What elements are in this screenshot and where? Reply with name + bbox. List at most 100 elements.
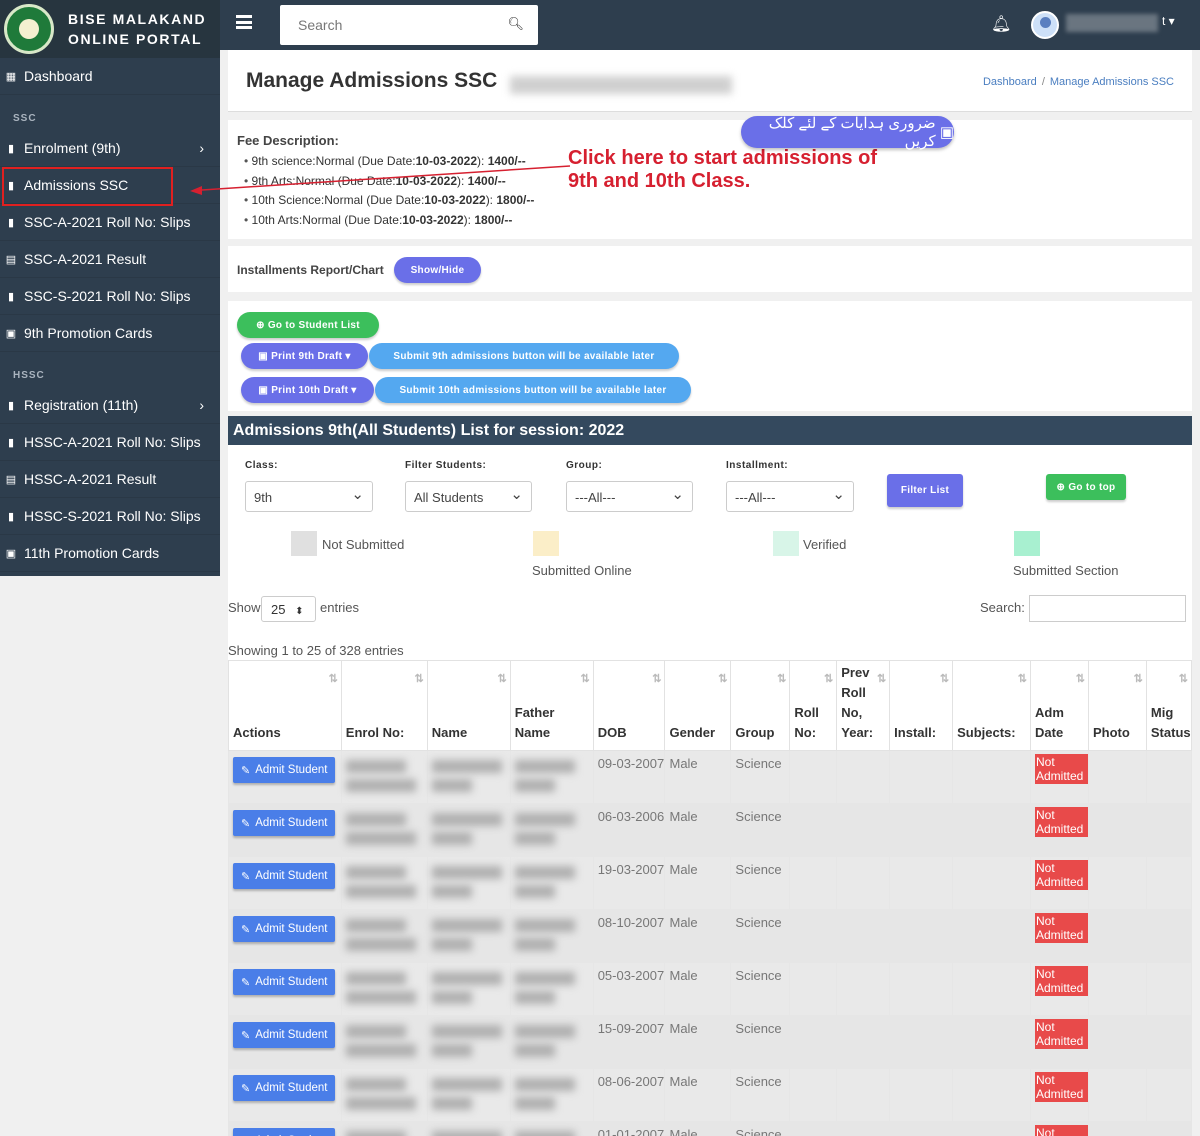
sidebar-item-9th-promotion[interactable]: ▣ 9th Promotion Cards [0,315,220,352]
sort-icon[interactable]: ⇅ [580,669,589,689]
submit-10th-button[interactable]: Submit 10th admissions button will be av… [375,377,691,403]
breadcrumb-dashboard[interactable]: Dashboard [983,76,1037,88]
redacted-father-name [514,1097,555,1110]
table-cell: Male [664,962,732,1016]
title-card: Manage Admissions SSC Dashboard / Manage A… [228,50,1192,112]
group: Science [735,1021,782,1036]
print-9th-draft-button[interactable]: ▣ Print 9th Draft ▾ [241,343,368,369]
id-card-icon: ▣ [5,327,17,340]
redacted-enrol [345,779,416,792]
sidebar-item-hssc-a-result[interactable]: ▤ HSSC-A-2021 Result [0,461,220,498]
redacted-father-name [514,1044,555,1057]
search-icon[interactable]: 🔍︎ [507,16,524,32]
sort-icon[interactable]: ⇅ [1076,669,1085,689]
column-header[interactable]: Adm Date ⇅ [1030,660,1089,751]
print-10th-draft-button[interactable]: ▣ Print 10th Draft ▾ [241,377,374,403]
search-input[interactable]: Search 🔍︎ [280,5,538,45]
column-header[interactable]: Group ⇅ [730,660,791,751]
column-header[interactable]: Enrol No: ⇅ [340,660,428,751]
sidebar-item-hssc-a-rollno[interactable]: ▮ HSSC-A-2021 Roll No: Slips [0,424,220,461]
sort-icon[interactable]: ⇅ [1179,669,1188,689]
menu-icon[interactable] [236,15,252,29]
sidebar-item-label: SSC-A-2021 Result [24,251,147,267]
go-to-top-button[interactable]: ⊕ Go to top [1046,474,1126,500]
admit-student-button[interactable]: ✎Admit Student [233,1128,336,1136]
table-cell: Not Admitted [1030,1121,1089,1136]
sort-icon[interactable]: ⇅ [718,669,727,689]
legend-swatch-verified [773,531,799,556]
sort-icon[interactable]: ⇅ [498,669,507,689]
sort-icon[interactable]: ⇅ [777,669,786,689]
legend-swatch-submitted-online [533,531,559,556]
sidebar-item-hssc-s-rollno[interactable]: ▮ HSSC-S-2021 Roll No: Slips [0,498,220,535]
submit-9th-button[interactable]: Submit 9th admissions button will be ava… [369,343,679,369]
book-icon: ▣ [935,124,954,141]
gender: Male [669,862,698,877]
sort-icon[interactable]: ⇅ [1018,669,1027,689]
admit-student-button[interactable]: ✎Admit Student [233,916,336,942]
column-header[interactable]: Actions ⇅ [228,660,342,751]
admit-student-button[interactable]: ✎Admit Student [233,969,336,995]
sort-icon[interactable]: ⇅ [940,669,949,689]
sidebar-item-dashboard[interactable]: ▦ Dashboard [0,58,220,95]
user-name-redacted[interactable] [1066,14,1158,32]
sort-icon[interactable]: ⇅ [329,669,338,689]
column-header[interactable]: DOB ⇅ [592,660,666,751]
student-list-button[interactable]: ⊕ Go to Student List [237,312,379,338]
column-header[interactable]: Gender ⇅ [664,660,732,751]
student-filter-select[interactable]: All Students [405,481,532,512]
table-cell: 19-03-2007 [592,856,666,910]
gender: Male [669,809,698,824]
show-hide-button[interactable]: Show/Hide [394,257,481,283]
redacted-father-name [514,919,575,932]
sidebar-item-11th-promotion[interactable]: ▣ 11th Promotion Cards [0,535,220,572]
group-select[interactable]: ---All--- [566,481,693,512]
admit-student-button[interactable]: ✎Admit Student [233,810,336,836]
sort-icon[interactable]: ⇅ [415,669,424,689]
admit-student-button[interactable]: ✎Admit Student [233,1075,336,1101]
sidebar-item-ssc-a-rollno[interactable]: ▮ SSC-A-2021 Roll No: Slips [0,204,220,241]
table-cell [426,1015,511,1069]
column-header[interactable]: Photo ⇅ [1087,660,1147,751]
sidebar-item-ssc-a-result[interactable]: ▤ SSC-A-2021 Result [0,241,220,278]
sort-icon[interactable]: ⇅ [652,669,661,689]
sidebar-item-ssc-s-rollno[interactable]: ▮ SSC-S-2021 Roll No: Slips [0,278,220,315]
table-cell [789,856,838,910]
avatar[interactable] [1031,11,1059,39]
installments-label: Installments Report/Chart [237,263,384,277]
sort-icon[interactable]: ⇅ [1134,669,1143,689]
instructions-urdu-button[interactable]: ▣ ضروری ہدایات کے لئے کلک کریں [741,115,954,150]
column-header[interactable]: Install: ⇅ [889,660,954,751]
column-header[interactable]: Father Name ⇅ [509,660,594,751]
user-menu-caret[interactable]: t ▾ [1162,14,1175,28]
bell-icon[interactable]: 🔔︎ [991,14,1011,34]
column-header[interactable]: Mig Status ⇅ [1145,660,1193,751]
admit-student-button[interactable]: ✎Admit Student [233,757,336,783]
sidebar-item-registration[interactable]: ▮ Registration (11th) › [0,387,220,424]
table-search-input[interactable] [1029,595,1186,622]
installment-select[interactable]: ---All--- [726,481,854,512]
table-cell [789,1068,838,1122]
admit-student-button[interactable]: ✎Admit Student [233,863,336,889]
dob: 09-03-2007 [597,756,665,771]
table-cell [509,1015,594,1069]
sort-icon[interactable]: ⇅ [824,669,833,689]
brand[interactable]: BISE MALAKAND ONLINE PORTAL [0,0,220,58]
callout-text: Click here to start admissions of 9th an… [568,147,877,192]
table-cell: Science [730,803,791,857]
column-header[interactable]: Name ⇅ [426,660,511,751]
table-cell [789,909,838,963]
class-select[interactable]: 9th [245,481,373,512]
page-length-select[interactable]: 25 ⬍ [261,596,316,622]
filter-list-button[interactable]: Filter List [887,474,963,507]
redacted-text [510,76,732,94]
table-row: ✎ Admit Student 19-03-2007 Male Science Not A… [228,856,1193,910]
column-header[interactable]: Prev Roll No, Year: ⇅ [836,660,891,751]
table-cell [952,909,1031,963]
column-header[interactable]: Roll No: ⇅ [789,660,838,751]
document-icon: ▮ [7,399,15,412]
column-header[interactable]: Subjects: ⇅ [952,660,1031,751]
admit-student-button[interactable]: ✎Admit Student [233,1022,336,1048]
legend-verified: Verified [803,537,847,552]
sort-icon[interactable]: ⇅ [877,669,886,689]
